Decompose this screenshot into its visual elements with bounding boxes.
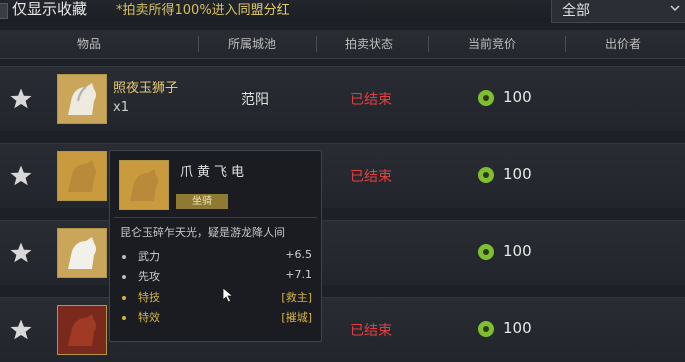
cursor-icon <box>222 287 234 303</box>
stat-value: +7.1 <box>285 268 312 281</box>
stat-label: 特效 <box>138 311 160 324</box>
item-type-badge: 坐骑 <box>176 194 228 209</box>
table-row[interactable]: 100 <box>0 220 685 285</box>
header-divider <box>198 36 199 52</box>
chevron-down-icon <box>670 5 680 12</box>
item-tooltip: 爪黄飞电 坐骑 昆仑玉碎乍天光，疑是游龙降人间 武力 +6.5 先攻 +7.1 … <box>109 150 322 342</box>
tooltip-item-name: 爪黄飞电 <box>180 165 249 180</box>
stat-label: 先攻 <box>138 270 160 283</box>
auction-status: 已结束 <box>350 169 392 185</box>
coin-icon <box>478 167 494 183</box>
filter-dropdown[interactable]: 全部 <box>551 0 685 23</box>
bullet-icon <box>122 255 126 259</box>
col-status: 拍卖状态 <box>345 37 394 51</box>
current-bid: 100 <box>503 242 532 260</box>
auction-status: 已结束 <box>350 92 392 108</box>
tooltip-horse-thumbnail <box>119 160 169 210</box>
star-icon[interactable] <box>9 164 33 188</box>
current-bid: 100 <box>503 165 532 183</box>
col-item: 物品 <box>77 37 102 51</box>
coin-icon <box>478 244 494 260</box>
favorites-checkbox[interactable] <box>0 3 8 19</box>
table-row[interactable]: 已结束 100 <box>0 297 685 362</box>
horse-thumbnail[interactable] <box>57 74 107 124</box>
col-bidder: 出价者 <box>605 37 642 51</box>
only-favorites-label[interactable]: 仅显示收藏 <box>12 0 87 19</box>
tooltip-divider <box>114 217 317 218</box>
table-header: 物品 所属城池 拍卖状态 当前竞价 出价者 <box>0 30 685 59</box>
table-row[interactable]: 照夜玉狮子 x1 范阳 已结束 100 <box>0 66 685 131</box>
notice-highlight: 同盟分红 <box>237 3 290 18</box>
stat-value: [救主] <box>281 291 312 304</box>
top-bar: 仅显示收藏 *拍卖所得100%进入同盟分红 全部 <box>0 0 685 23</box>
stat-label: 武力 <box>138 250 160 263</box>
stat-value: [摧城] <box>281 311 312 324</box>
notice-prefix: *拍卖所得100%进入 <box>116 3 238 18</box>
item-city: 范阳 <box>241 92 269 108</box>
horse-thumbnail[interactable] <box>57 228 107 278</box>
item-description: 昆仑玉碎乍天光，疑是游龙降人间 <box>120 226 285 239</box>
auction-status: 已结束 <box>350 323 392 339</box>
bullet-icon <box>122 296 126 300</box>
stat-row: 武力 +6.5 <box>122 248 312 264</box>
filter-value: 全部 <box>562 3 590 19</box>
stat-row: 特效 [摧城] <box>122 309 312 325</box>
item-quantity: x1 <box>113 100 129 115</box>
header-divider <box>316 36 317 52</box>
col-bid: 当前竞价 <box>468 37 517 51</box>
star-icon[interactable] <box>9 318 33 342</box>
header-divider <box>565 36 566 52</box>
horse-thumbnail[interactable] <box>57 151 107 201</box>
star-icon[interactable] <box>9 241 33 265</box>
item-name: 照夜玉狮子 <box>113 81 179 96</box>
stat-label: 特技 <box>138 291 160 304</box>
stat-row: 特技 [救主] <box>122 289 312 305</box>
current-bid: 100 <box>503 319 532 337</box>
star-icon[interactable] <box>9 87 33 111</box>
stat-value: +6.5 <box>285 248 312 261</box>
bullet-icon <box>122 275 126 279</box>
horse-thumbnail[interactable] <box>57 305 107 355</box>
stat-row: 先攻 +7.1 <box>122 268 312 284</box>
bullet-icon <box>122 316 126 320</box>
coin-icon <box>478 321 494 337</box>
header-divider <box>428 36 429 52</box>
current-bid: 100 <box>503 88 532 106</box>
col-city: 所属城池 <box>228 37 277 51</box>
auction-notice: *拍卖所得100%进入同盟分红 <box>116 0 290 18</box>
coin-icon <box>478 90 494 106</box>
table-row[interactable]: 已结束 100 <box>0 143 685 208</box>
